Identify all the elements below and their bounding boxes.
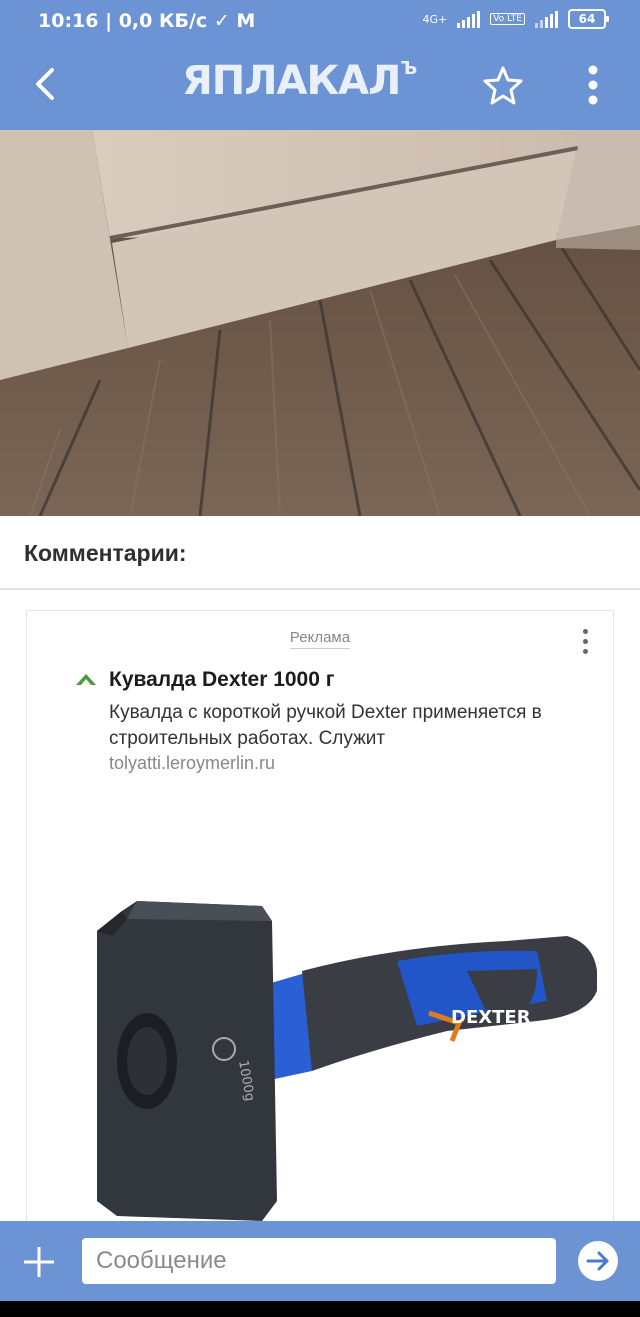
star-icon[interactable] — [482, 64, 524, 106]
status-icons: 4G+ Vo LTE 64 — [422, 9, 609, 29]
post-image[interactable] — [0, 130, 640, 516]
app-bar: ЯПЛАКАЛЪ — [0, 40, 640, 130]
logo-suffix: Ъ — [400, 58, 417, 79]
download-done-icon: ✓ — [213, 10, 230, 32]
send-icon[interactable] — [578, 1241, 618, 1281]
ad-title[interactable]: Кувалда Dexter 1000 г — [109, 668, 335, 692]
hammer-image[interactable]: DEXTER 1000g — [67, 901, 598, 1251]
comments-title: Комментарии: — [24, 540, 187, 566]
plus-icon[interactable] — [20, 1243, 58, 1281]
ad-label-text: Реклама — [289, 629, 351, 649]
gmail-icon: M — [236, 10, 256, 32]
status-time-text: 10:16 — [38, 10, 99, 32]
logo-text: ЯПЛАКАЛ — [182, 58, 401, 104]
signal-icon — [457, 10, 481, 28]
status-bar: 10:16 | 0,0 КБ/с ✓ M 4G+ Vo LTE 64 — [0, 0, 640, 40]
ad-card[interactable]: Реклама Кувалда Dexter 1000 г Кувалда с … — [26, 610, 614, 1252]
message-bar — [0, 1221, 640, 1301]
volte-badge: Vo LTE — [490, 13, 525, 25]
message-input[interactable] — [82, 1238, 556, 1284]
app-logo: ЯПЛАКАЛЪ — [182, 58, 462, 108]
status-separator: | — [105, 10, 113, 32]
more-vert-icon[interactable] — [578, 62, 608, 108]
network-type: 4G+ — [422, 12, 448, 26]
signal-icon-2 — [535, 10, 558, 28]
comments-divider — [0, 588, 640, 590]
system-nav-bar — [0, 1301, 640, 1317]
ad-label: Реклама — [27, 629, 613, 649]
back-arrow-icon[interactable] — [26, 62, 66, 106]
dexter-brand-text: DEXTER — [451, 1007, 531, 1028]
leroymerlin-logo-icon — [75, 673, 97, 689]
ad-url[interactable]: tolyatti.leroymerlin.ru — [109, 753, 275, 774]
ad-description: Кувалда с короткой ручкой Dexter применя… — [109, 702, 542, 749]
network-speed: 0,0 КБ/с — [118, 10, 208, 32]
battery-icon: 64 — [568, 9, 609, 29]
ad-more-icon[interactable] — [583, 629, 591, 657]
status-time: 10:16 | 0,0 КБ/с ✓ M — [38, 10, 255, 32]
battery-level: 64 — [578, 12, 596, 26]
